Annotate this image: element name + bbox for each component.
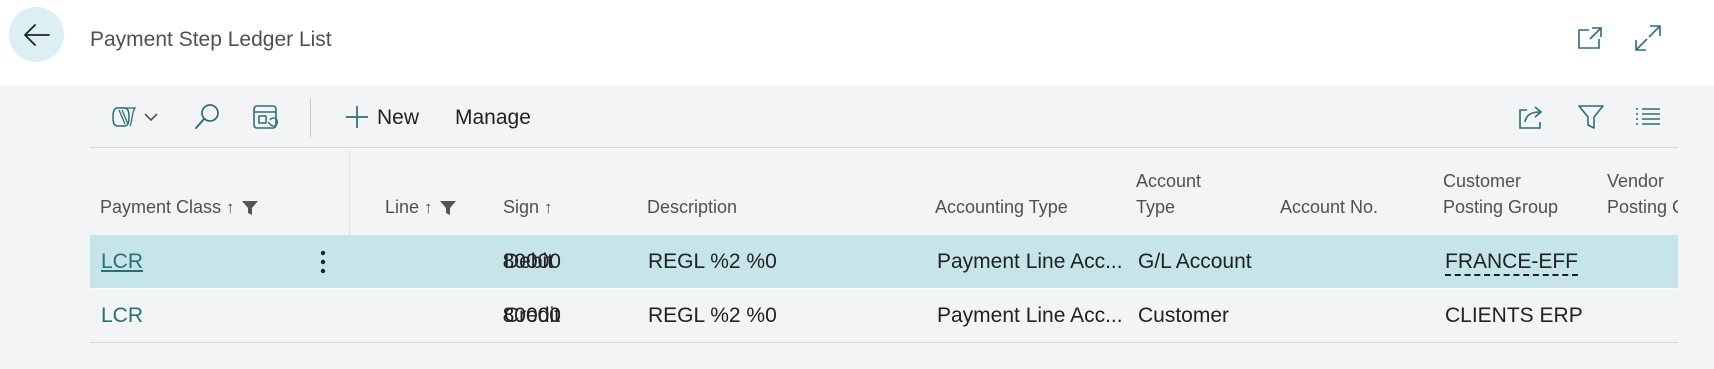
page-title: Payment Step Ledger List	[90, 28, 332, 51]
accounting-type-cell: Payment Line Acc...	[937, 250, 1123, 273]
sort-ascending-icon: ↑	[424, 198, 433, 217]
copilot-menu-button[interactable]	[108, 100, 162, 134]
back-button[interactable]	[9, 7, 64, 62]
column-header-vendor-posting-group[interactable]: Vendor Posting G	[1607, 168, 1678, 220]
search-button[interactable]	[190, 100, 224, 134]
top-bar: Payment Step Ledger List	[0, 0, 1714, 86]
filter-applied-icon	[439, 201, 456, 216]
share-button[interactable]	[1514, 100, 1548, 134]
ledger-table: Payment Class ↑ Line ↑ Sign ↑ Description A…	[90, 148, 1678, 369]
sort-ascending-icon: ↑	[544, 198, 553, 217]
table-row[interactable]: LCR 80000 Debit REGL %2 %0 Payment Line …	[90, 235, 1678, 289]
column-header-payment-class[interactable]: Payment Class ↑	[100, 194, 259, 221]
list-view-icon	[1636, 108, 1660, 125]
column-divider	[349, 150, 350, 235]
payment-class-link[interactable]: LCR	[101, 250, 143, 274]
copilot-icon	[112, 107, 158, 127]
payment-class-link[interactable]: LCR	[101, 304, 143, 328]
filter-applied-icon	[241, 201, 258, 216]
expand-icon	[1635, 25, 1661, 51]
expand-button[interactable]	[1632, 22, 1664, 54]
new-button[interactable]: New	[377, 106, 419, 130]
arrow-left-icon	[23, 23, 50, 46]
customer-posting-group-cell[interactable]: FRANCE-EFF	[1445, 250, 1578, 276]
content-area: New Manage Payment Class ↑ Line ↑ Sign ↑…	[0, 86, 1714, 369]
manage-button[interactable]: Manage	[455, 106, 531, 130]
column-header-customer-posting-group[interactable]: Customer Posting Group	[1443, 168, 1558, 220]
sign-cell: Debit	[504, 250, 554, 273]
accounting-type-cell: Payment Line Acc...	[937, 304, 1123, 327]
action-bar-separator	[310, 99, 311, 137]
column-header-sign[interactable]: Sign ↑	[503, 194, 553, 221]
edit-list-button[interactable]	[248, 100, 282, 134]
account-type-cell: G/L Account	[1138, 250, 1252, 273]
table-row[interactable]: LCR 80000 Credit REGL %2 %0 Payment Line…	[90, 289, 1678, 343]
account-type-cell: Customer	[1138, 304, 1230, 327]
action-bar: New Manage	[90, 86, 1678, 148]
column-header-account-no[interactable]: Account No.	[1280, 194, 1378, 220]
row-actions-button[interactable]	[314, 248, 332, 276]
open-in-new-window-icon	[1578, 27, 1602, 49]
customer-posting-group-lookup[interactable]: FRANCE-EFF	[1445, 250, 1578, 276]
column-header-description[interactable]: Description	[647, 194, 737, 220]
sort-ascending-icon: ↑	[226, 198, 235, 217]
column-header-accounting-type[interactable]: Accounting Type	[935, 194, 1068, 220]
column-header-account-type[interactable]: Account Type	[1136, 168, 1201, 220]
search-icon	[195, 104, 219, 129]
edit-list-icon	[253, 105, 279, 129]
open-in-new-window-button[interactable]	[1574, 22, 1606, 54]
filter-button[interactable]	[1574, 100, 1608, 134]
sign-cell: Credit	[504, 304, 561, 327]
column-header-line[interactable]: Line ↑	[385, 194, 457, 221]
plus-icon	[346, 106, 368, 128]
description-cell: REGL %2 %0	[648, 304, 777, 327]
customer-posting-group-cell: CLIENTS ERP	[1445, 304, 1583, 327]
share-icon	[1519, 106, 1542, 129]
list-view-button[interactable]	[1631, 100, 1665, 134]
description-cell: REGL %2 %0	[648, 250, 777, 273]
more-options-icon	[320, 250, 326, 274]
filter-icon	[1578, 105, 1604, 129]
new-icon-wrap[interactable]	[344, 100, 370, 134]
